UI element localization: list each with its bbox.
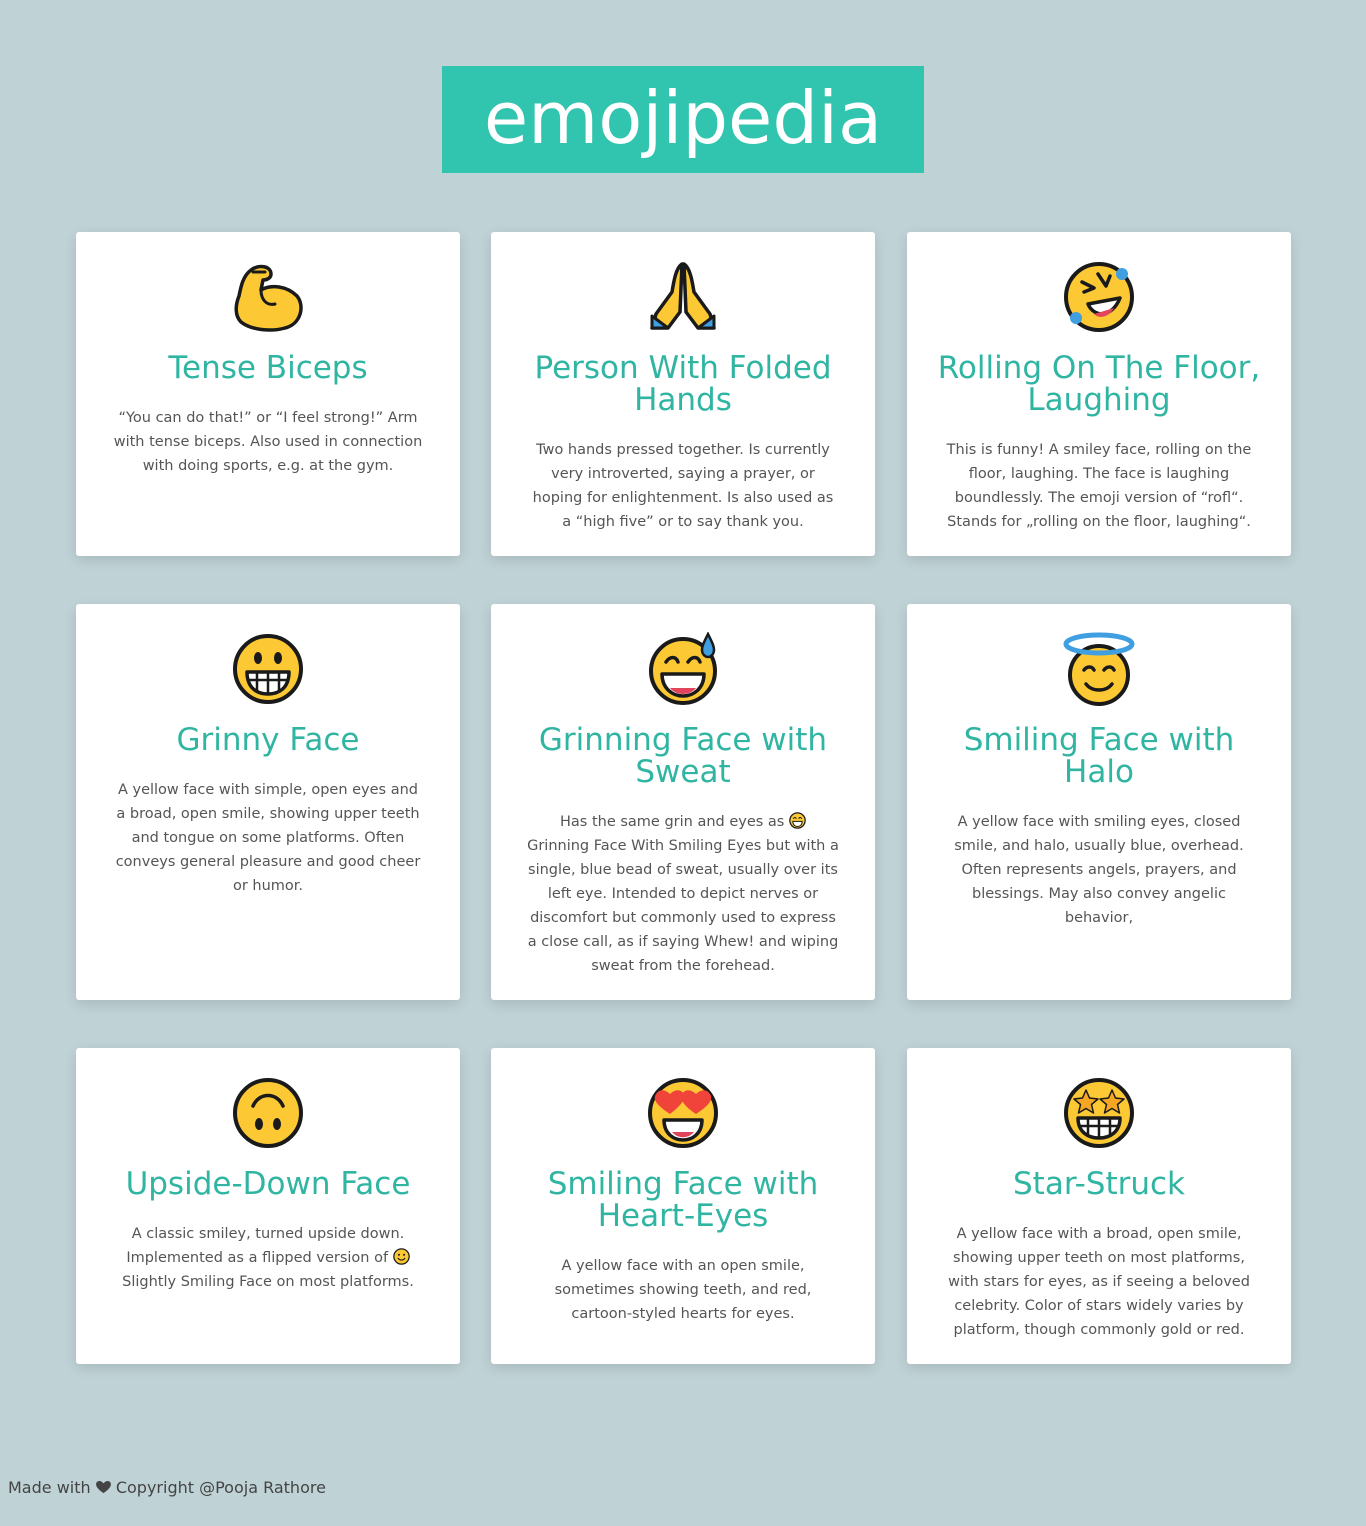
grinning-face-with-sweat-icon (649, 632, 717, 705)
site-header: emojipedia (442, 66, 924, 173)
rolling-on-the-floor-laughing-icon (1064, 262, 1134, 332)
smiling-face-with-halo-icon (1063, 632, 1135, 706)
slightly-smiling-face-icon (392, 1248, 410, 1265)
emoji-card-heart-eyes: Smiling Face with Heart-Eyes A yellow fa… (491, 1048, 875, 1364)
footer: Made with Copyright @Pooja Rathore (8, 1478, 326, 1497)
card-description: A yellow face with smiling eyes, closed … (954, 814, 1244, 926)
grinning-face-with-smiling-eyes-icon (789, 812, 806, 829)
emoji-card-tense-biceps: Tense Biceps “You can do that!” or “I fe… (76, 232, 460, 556)
emoji-card-star-struck: Star-Struck A yellow face with a broad, … (907, 1048, 1291, 1364)
card-description: A classic smiley, turned upside down. Im… (112, 1222, 424, 1294)
card-description-before: Has the same grin and eyes as (560, 814, 785, 830)
card-title: Smiling Face with Heart-Eyes (547, 1166, 819, 1234)
emoji-card-grinning-face-with-sweat: Grinning Face with Sweat Has the same gr… (491, 604, 875, 1000)
emoji-card-halo: Smiling Face with Halo A yellow face wit… (907, 604, 1291, 1000)
card-title: Grinning Face with Sweat (538, 722, 828, 790)
site-logo: emojipedia (483, 75, 883, 160)
heart-icon (95, 1481, 111, 1494)
card-title: Rolling On The Floor, Laughing (937, 350, 1261, 418)
card-description: This is funny! A smiley face, rolling on… (946, 442, 1252, 530)
upside-down-face-icon (233, 1078, 303, 1148)
card-description: A yellow face with simple, open eyes and… (115, 782, 421, 894)
card-title: Upside-Down Face (125, 1166, 411, 1202)
card-description: A yellow face with a broad, open smile, … (948, 1226, 1250, 1338)
card-description: Two hands pressed together. Is currently… (532, 442, 834, 530)
card-description: A yellow face with an open smile, someti… (554, 1258, 812, 1322)
card-title: Grinny Face (176, 722, 360, 758)
emoji-card-rofl: Rolling On The Floor, Laughing This is f… (907, 232, 1291, 556)
card-description-after: Grinning Face With Smiling Eyes but with… (527, 838, 839, 974)
footer-made-with: Made with (8, 1478, 91, 1497)
heart-eyes-icon (648, 1078, 718, 1148)
star-struck-icon (1064, 1078, 1134, 1148)
flexed-biceps-icon (234, 264, 303, 332)
card-description: Has the same grin and eyes as Grinning F… (527, 810, 839, 978)
card-description-before: A classic smiley, turned upside down. Im… (126, 1226, 405, 1266)
footer-copyright: Copyright @Pooja Rathore (115, 1478, 326, 1497)
grinning-face-icon (233, 634, 303, 704)
card-description: “You can do that!” or “I feel strong!” A… (113, 410, 423, 474)
card-title: Tense Biceps (168, 350, 368, 386)
card-title: Smiling Face with Halo (963, 722, 1235, 790)
card-description-after: Slightly Smiling Face on most platforms. (122, 1274, 414, 1290)
emoji-card-grinny-face: Grinny Face A yellow face with simple, o… (76, 604, 460, 1000)
card-title: Person With Folded Hands (534, 350, 832, 418)
folded-hands-icon (650, 262, 716, 330)
emoji-card-upside-down-face: Upside-Down Face A classic smiley, turne… (76, 1048, 460, 1364)
emoji-card-folded-hands: Person With Folded Hands Two hands press… (491, 232, 875, 556)
card-title: Star-Struck (1013, 1166, 1185, 1202)
